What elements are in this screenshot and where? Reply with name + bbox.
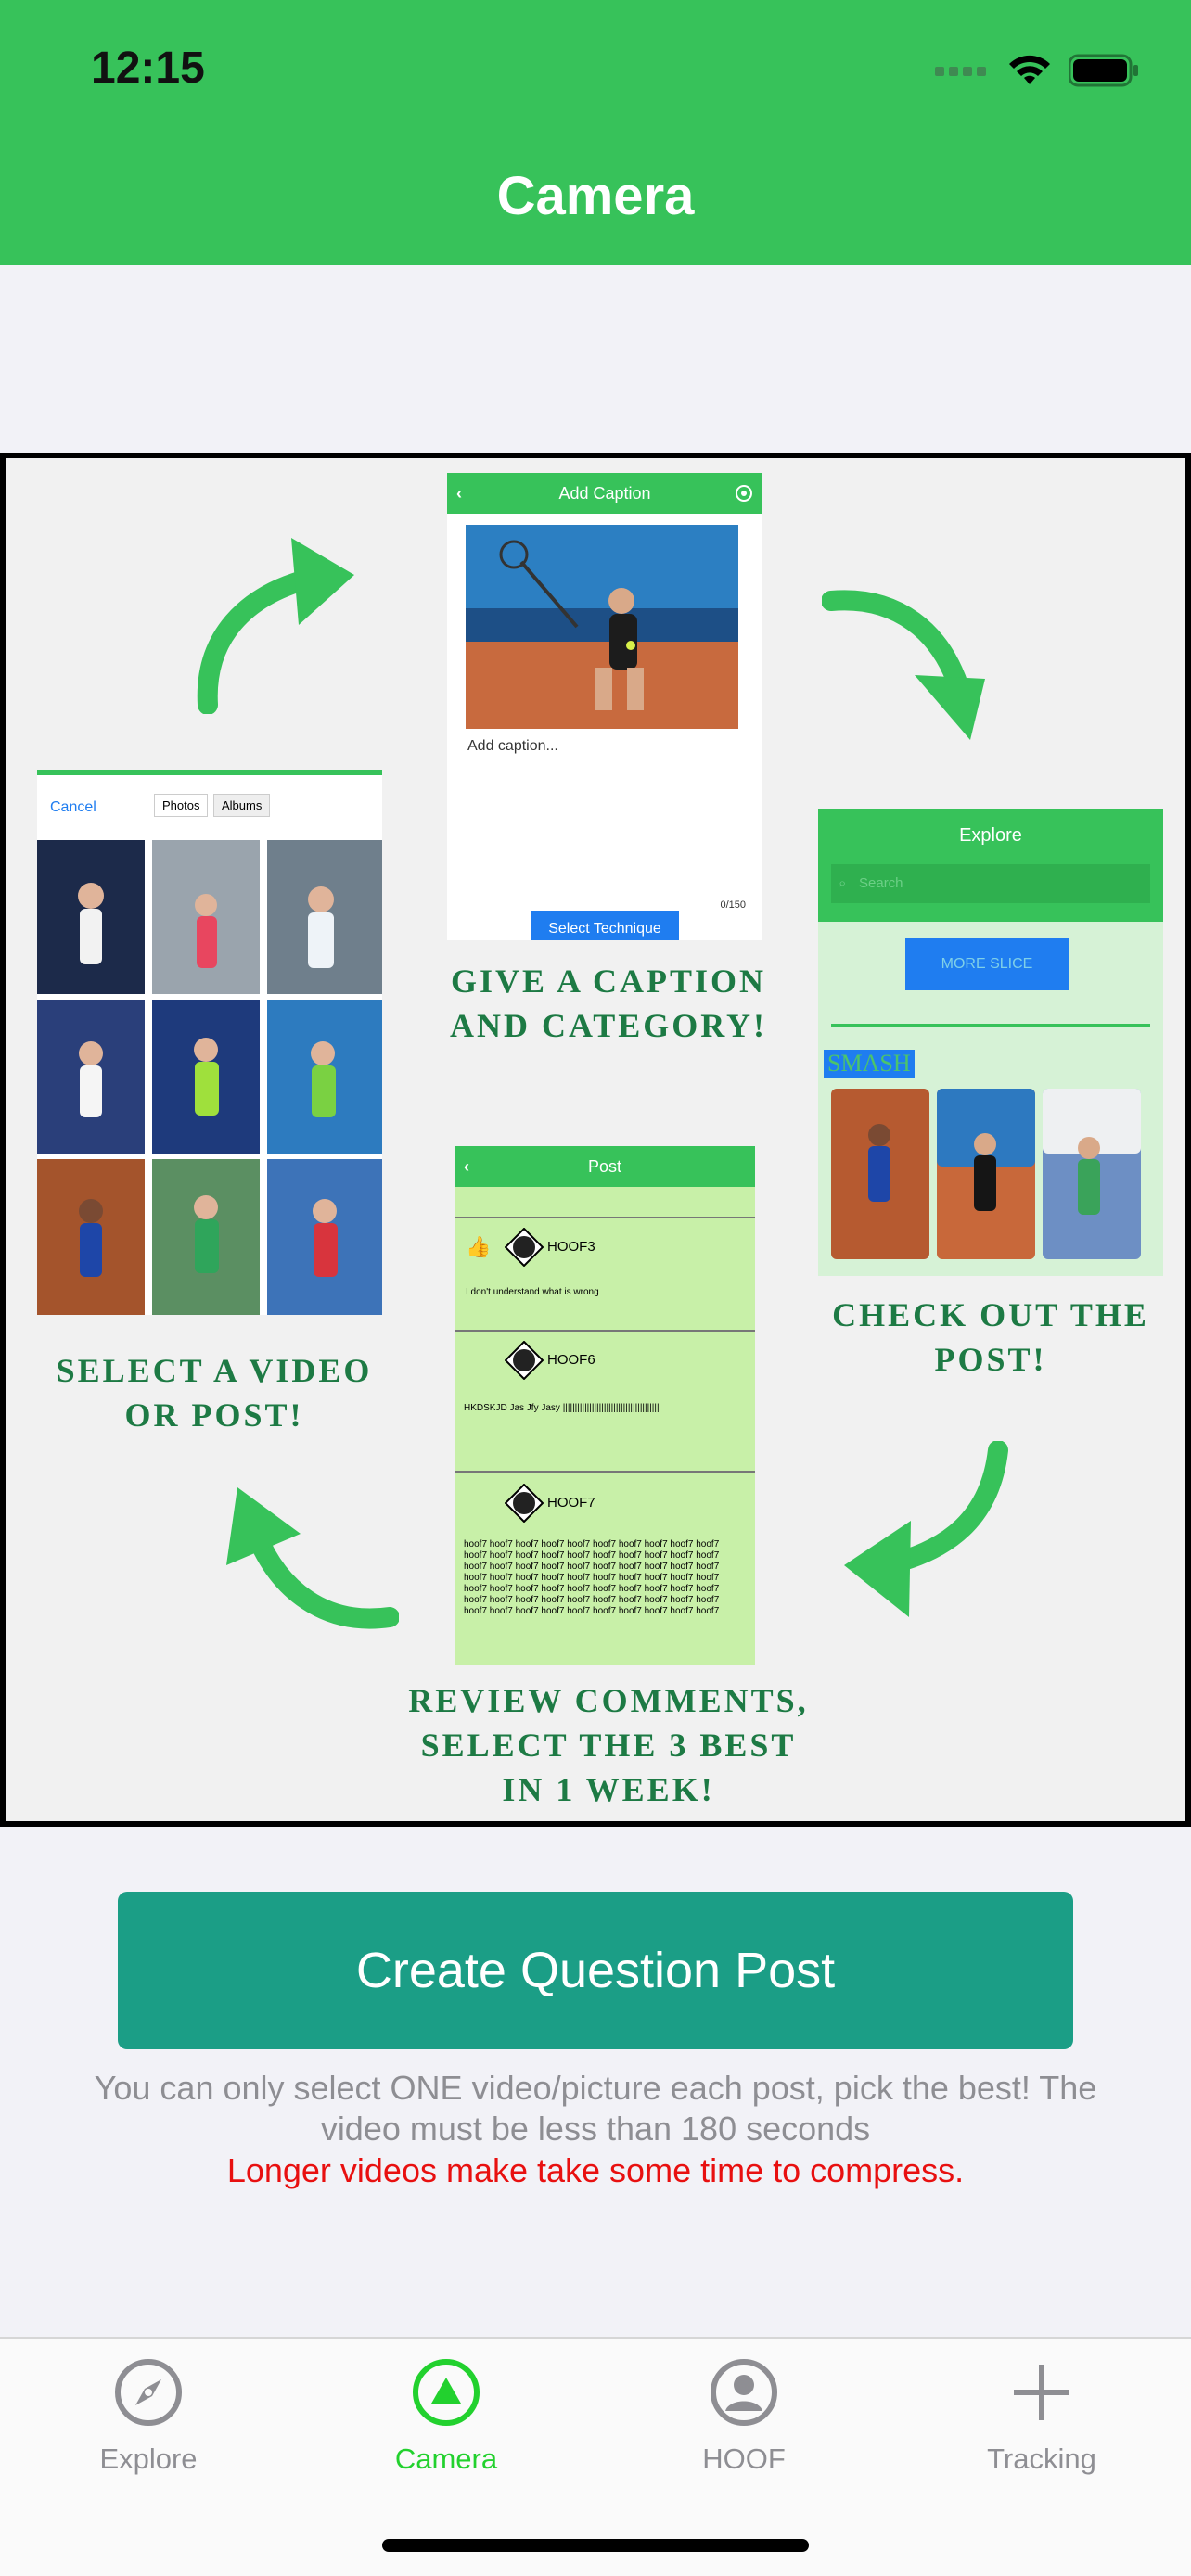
explore-divider — [831, 1024, 1150, 1027]
explore-step-label-line1: CHECK OUT THE — [832, 1296, 1149, 1333]
search-icon: ⌕ — [839, 875, 847, 891]
comment-text: I don't understand what is wrong — [466, 1287, 599, 1297]
comment-text: hoof7 hoof7 hoof7 hoof7 hoof7 hoof7 hoof… — [464, 1539, 720, 1616]
caption-step-label: GIVE A CAPTION AND CATEGORY! — [404, 959, 813, 1048]
avatar — [505, 1228, 544, 1267]
more-slice-button: MORE SLICE — [905, 938, 1069, 990]
picker-photo-grid — [37, 840, 382, 1315]
plus-icon — [1014, 2365, 1069, 2420]
tab-explore-label: Explore — [99, 2442, 198, 2475]
caption-placeholder: Add caption... — [467, 738, 558, 754]
tab-hoof-label: HOOF — [702, 2442, 786, 2475]
signal-icon — [935, 67, 986, 76]
back-icon: ‹ — [464, 1157, 469, 1176]
curved-arrow-icon — [844, 1441, 1008, 1617]
caption-step-label-line2: AND CATEGORY! — [449, 1007, 768, 1044]
review-step-title: Post — [587, 1157, 622, 1176]
explore-post-thumbs — [831, 1089, 1141, 1259]
compass-icon — [115, 2359, 182, 2426]
explore-step-card: Explore ⌕ Search MORE SLICE SMASH — [818, 809, 1163, 1276]
thumbs-up-icon: 👍 — [466, 1235, 492, 1258]
wifi-icon — [1009, 55, 1050, 84]
comment-hoof7: HOOF7 hoof7 hoof7 hoof7 hoof7 hoof7 hoof… — [455, 1474, 755, 1665]
comment-text: HKDSKJD Jas Jfy Jasy |||||||||||||||||||… — [464, 1403, 660, 1413]
caption-step-card: ‹ Add Caption Add caption... 0/150 Selec… — [447, 473, 762, 940]
status-time: 12:15 — [91, 44, 205, 93]
comment-user: HOOF3 — [547, 1239, 596, 1255]
explore-bar: Explore ⌕ Search — [818, 809, 1163, 922]
avatar — [505, 1341, 544, 1380]
post-instructions: You can only select ONE video/picture ea… — [94, 2069, 1097, 2148]
smash-tag: SMASH — [824, 1050, 915, 1078]
caption-step-title: Add Caption — [558, 484, 651, 503]
comment-hoof3: 👍 HOOF3 I don't understand what is wrong — [455, 1217, 755, 1332]
picker-step-label-line1: SELECT A VIDEO — [56, 1352, 373, 1389]
caption-count: 0/150 — [720, 899, 746, 911]
status-icons — [935, 52, 1139, 89]
tutorial-infographic: ‹ Add Caption Add caption... 0/150 Selec… — [0, 453, 1191, 1827]
explore-step-label-line2: POST! — [934, 1341, 1047, 1378]
curved-arrow-icon — [226, 1487, 399, 1629]
compression-warning: Longer videos make take some time to com… — [226, 2151, 965, 2189]
explore-search: ⌕ Search — [831, 864, 1150, 903]
comment-user: HOOF7 — [547, 1495, 596, 1511]
select-technique-button: Select Technique — [531, 911, 679, 940]
picker-step-label: SELECT A VIDEO OR POST! — [15, 1348, 414, 1437]
battery-icon — [1069, 54, 1138, 87]
caption-step-bar: ‹ Add Caption — [447, 473, 762, 514]
explore-search-placeholder: Search — [859, 875, 903, 891]
create-question-post-button[interactable]: Create Question Post — [118, 1892, 1073, 2049]
page-title: Camera — [496, 166, 695, 226]
comment-user: HOOF6 — [547, 1352, 596, 1368]
tab-tracking-label: Tracking — [987, 2442, 1096, 2475]
review-step-label-line1: REVIEW COMMENTS, — [408, 1682, 809, 1719]
review-step-label-line2: SELECT THE 3 BEST — [420, 1727, 797, 1764]
tab-camera[interactable]: Camera — [335, 2357, 557, 2476]
tab-explore[interactable]: Explore — [37, 2357, 260, 2476]
review-step-label-line3: IN 1 WEEK! — [502, 1771, 715, 1808]
header: 12:15 Camera — [0, 0, 1191, 265]
tennis-photo-caption — [466, 525, 738, 729]
person-circle-icon — [711, 2359, 777, 2426]
picker-segment-albums: Albums — [213, 794, 271, 817]
picker-step-card: Cancel Photos Albums — [37, 770, 382, 1315]
curved-arrow-icon — [197, 538, 354, 714]
picker-segment-photos: Photos — [154, 794, 209, 817]
home-indicator — [382, 2539, 809, 2552]
review-step-card: ‹ Post 👍 HOOF3 I don't understand what i… — [455, 1146, 755, 1665]
curved-arrow-icon — [822, 590, 985, 740]
settings-icon — [736, 485, 752, 502]
tab-tracking[interactable]: Tracking — [930, 2357, 1153, 2476]
explore-title: Explore — [959, 825, 1022, 846]
tab-hoof[interactable]: HOOF — [633, 2357, 855, 2476]
camera-triangle-icon — [413, 2359, 480, 2426]
picker-cancel: Cancel — [50, 799, 96, 815]
picker-topbar: Cancel Photos Albums — [37, 775, 382, 840]
caption-step-label-line1: GIVE A CAPTION — [450, 963, 767, 1000]
picker-step-label-line2: OR POST! — [124, 1396, 304, 1434]
review-step-bar: ‹ Post — [455, 1146, 755, 1187]
review-step-label: REVIEW COMMENTS, SELECT THE 3 BEST IN 1 … — [377, 1678, 840, 1812]
comment-hoof6: HOOF6 HKDSKJD Jas Jfy Jasy |||||||||||||… — [455, 1332, 755, 1473]
back-icon: ‹ — [456, 484, 462, 503]
avatar — [505, 1484, 544, 1523]
explore-step-label: CHECK OUT THE POST! — [796, 1293, 1185, 1382]
tab-camera-label: Camera — [394, 2442, 498, 2475]
